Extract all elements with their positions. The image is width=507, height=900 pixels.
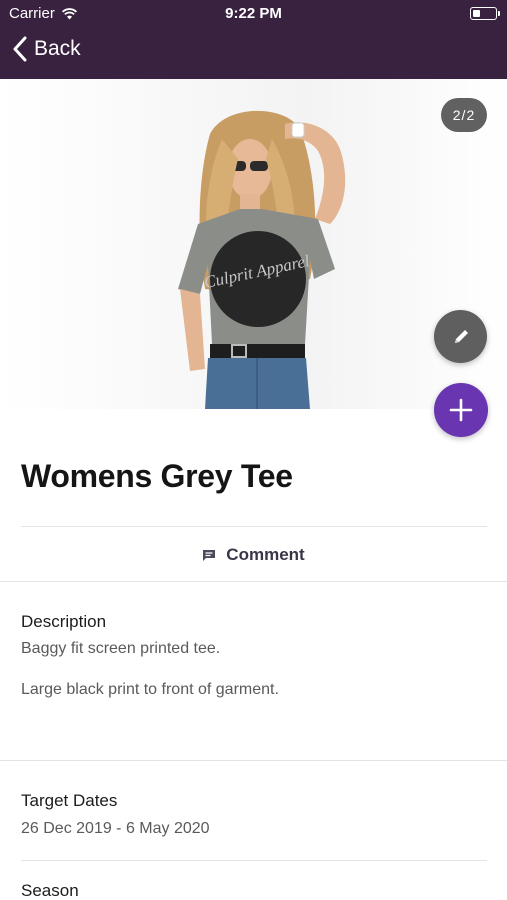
product-image[interactable]: Culprit Apparel [0,79,507,409]
status-time: 9:22 PM [225,5,282,22]
season-label: Season [21,881,79,900]
pencil-icon [454,329,468,343]
add-button[interactable] [434,383,488,437]
target-dates-value: 26 Dec 2019 - 6 May 2020 [21,820,210,837]
app-header: Carrier 9:22 PM Back [0,0,507,79]
comment-icon [203,549,216,561]
back-button[interactable]: Back [12,36,81,62]
edit-button[interactable] [434,310,487,363]
battery-level [473,10,481,17]
back-label: Back [34,37,81,60]
comment-label: Comment [226,545,305,564]
target-dates-label: Target Dates [21,791,118,810]
description-label: Description [21,612,107,631]
chevron-left-icon [13,36,27,62]
battery-icon [470,7,500,20]
plus-icon [449,398,473,422]
product-photo: Culprit Apparel [0,79,507,409]
status-bar: Carrier 9:22 PM [0,0,507,28]
description-line-2: Large black print to front of garment. [21,681,279,698]
divider [0,581,507,582]
divider [0,760,507,761]
divider [21,526,487,527]
comment-button[interactable]: Comment [0,540,507,570]
image-counter-badge: 2/2 [441,98,487,132]
description-line-1: Baggy fit screen printed tee. [21,640,221,657]
product-title: Womens Grey Tee [21,458,293,494]
divider [21,860,487,861]
